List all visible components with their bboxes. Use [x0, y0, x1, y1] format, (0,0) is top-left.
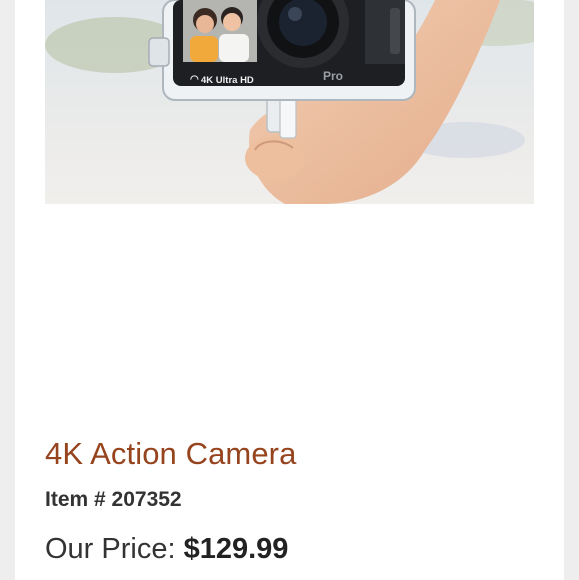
- price-row: Our Price: $129.99: [45, 533, 288, 566]
- product-card: ◠ 4K Ultra HD Pro 4K Action Camera Item …: [15, 0, 564, 580]
- product-image[interactable]: ◠ 4K Ultra HD Pro: [45, 0, 534, 204]
- price-value: $129.99: [183, 533, 289, 565]
- item-number: Item # 207352: [45, 488, 182, 511]
- camera-badge-text: 4K Ultra HD: [201, 75, 254, 86]
- product-title[interactable]: 4K Action Camera: [45, 436, 296, 472]
- camera-badge: ◠: [190, 74, 199, 85]
- price-label: Our Price:: [45, 533, 184, 565]
- camera-brand: Pro: [323, 69, 343, 83]
- camera-photo: ◠ 4K Ultra HD Pro: [45, 0, 534, 204]
